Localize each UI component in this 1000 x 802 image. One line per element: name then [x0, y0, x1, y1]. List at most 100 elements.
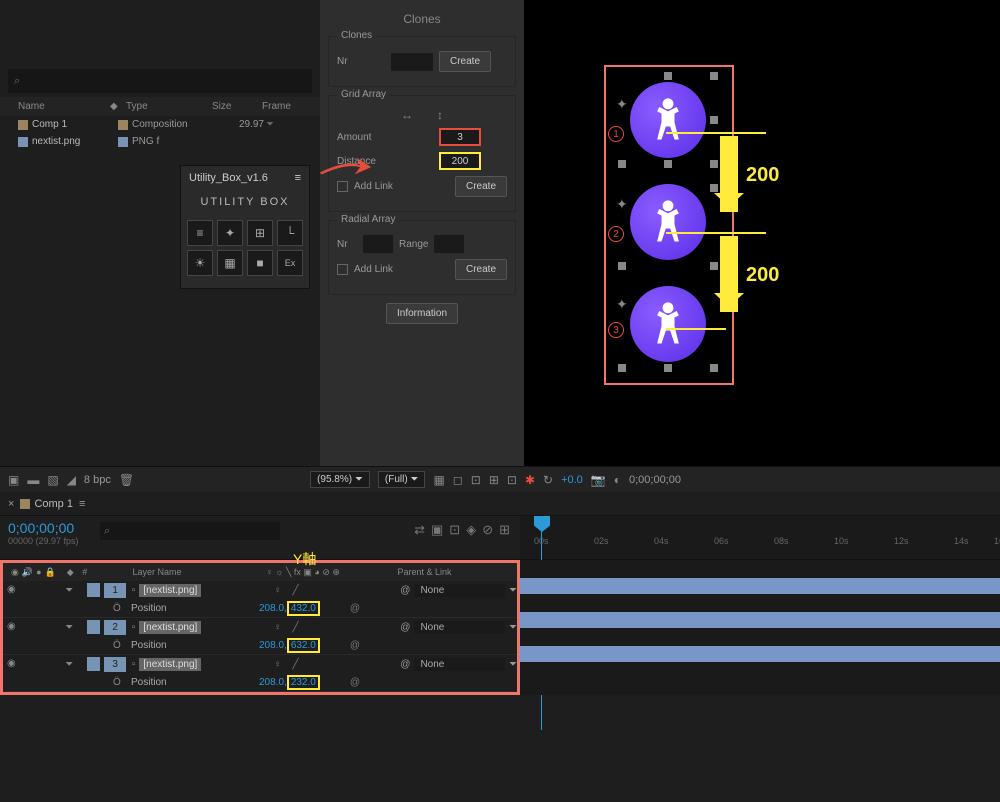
handle[interactable] [710, 184, 718, 192]
clones-create-button[interactable]: Create [439, 51, 491, 72]
bpc-label[interactable]: 8 bpc [84, 474, 111, 486]
position-y[interactable]: 432.0 [287, 601, 320, 616]
tab-menu-icon[interactable]: ≡ [79, 498, 85, 510]
chevron-down-icon[interactable]: ⏷ [509, 622, 517, 633]
pickwhip-icon[interactable]: @ [350, 603, 360, 614]
arrow-h-icon[interactable]: ↔ [401, 108, 413, 122]
reset-icon[interactable]: ↻ [543, 473, 553, 487]
col-type[interactable]: Type [126, 101, 212, 112]
handle[interactable] [618, 262, 626, 270]
grid-icon[interactable]: ▦ [433, 473, 444, 487]
audio-col-icon[interactable]: 🔊 [22, 567, 33, 578]
utility-box-panel[interactable]: Utility_Box_v1.6≡ UTILITY BOX ≡ ✦ ⊞ └ ☀ … [180, 165, 310, 289]
anchor-icon[interactable]: ✦ [616, 96, 630, 110]
addlink-checkbox[interactable] [337, 264, 348, 275]
switches-col[interactable]: ♀ ☼ ╲ fx ▣ ◕ ⊘ ⊕ [266, 567, 397, 578]
util-squares-icon[interactable]: ▦ [217, 250, 243, 276]
channel-icon[interactable]: ⊞ [489, 473, 499, 487]
comp-tab[interactable]: Comp 1 [20, 498, 73, 510]
handle[interactable] [618, 160, 626, 168]
project-search[interactable]: ⌕ [8, 69, 312, 93]
layer-switches[interactable]: ♀ ╱ [274, 585, 400, 596]
layer-switches[interactable]: ♀ ╱ [274, 622, 400, 633]
eye-col-icon[interactable]: ◉ [11, 567, 19, 578]
lock-col-icon[interactable]: 🔒 [45, 567, 56, 578]
chevron-down-icon[interactable]: ⏷ [509, 585, 517, 596]
timeline-tracks[interactable] [520, 560, 1000, 695]
time-ruler[interactable]: 00s 02s 04s 06s 08s 10s 12s 14s 16 [520, 536, 1000, 556]
handle[interactable] [710, 262, 718, 270]
eye-icon[interactable]: ◉ [7, 621, 19, 633]
project-row-file[interactable]: nextist.png PNG f [0, 133, 320, 150]
layer-name[interactable]: [nextist.png] [139, 658, 201, 671]
util-align-icon[interactable]: ≡ [187, 220, 213, 246]
show-snapshot-icon[interactable]: ◐ [614, 473, 621, 487]
folder-icon[interactable]: ▬ [27, 473, 39, 487]
handle[interactable] [664, 72, 672, 80]
eye-icon[interactable]: ◉ [7, 658, 19, 670]
grid-create-button[interactable]: Create [455, 176, 507, 197]
exposure-value[interactable]: +0.0 [561, 474, 583, 486]
layer-bar[interactable] [520, 646, 1000, 662]
twirl-icon[interactable]: ⏷ [56, 585, 83, 596]
comp-icon[interactable]: ▧ [47, 473, 58, 487]
util-camera-icon[interactable]: ■ [247, 250, 273, 276]
arrow-v-icon[interactable]: ↕ [437, 108, 443, 122]
util-ex-icon[interactable]: Ex [277, 250, 303, 276]
trash-icon[interactable]: 🗑 [119, 473, 134, 487]
util-anchor-icon[interactable]: ✦ [217, 220, 243, 246]
radial-create-button[interactable]: Create [455, 259, 507, 280]
parent-col[interactable]: Parent & Link [397, 567, 517, 577]
pickwhip-icon[interactable]: @ [350, 640, 360, 651]
label-swatch[interactable] [87, 620, 101, 634]
exposure-icon[interactable]: ✱ [525, 473, 535, 487]
position-x[interactable]: 208.0 [259, 640, 284, 651]
col-label-icon[interactable]: ◆ [110, 101, 126, 112]
solo-col-icon[interactable]: ● [36, 567, 41, 578]
close-tab-icon[interactable]: × [8, 498, 14, 510]
layername-col[interactable]: Layer Name [133, 567, 266, 577]
addlink-checkbox[interactable] [337, 181, 348, 192]
parent-dropdown[interactable]: None [414, 621, 505, 634]
bpc-icon[interactable]: ◢ [67, 473, 76, 487]
anchor-icon[interactable]: ✦ [616, 296, 630, 310]
property-row[interactable]: Ö Position 208.0,632.0 @ [3, 636, 517, 654]
tl-icon[interactable]: ⇄ [414, 522, 425, 538]
handle[interactable] [618, 364, 626, 372]
col-frame[interactable]: Frame [262, 101, 291, 112]
col-size[interactable]: Size [212, 101, 262, 112]
tl-icon[interactable]: ⊡ [449, 522, 460, 538]
anchor-icon[interactable]: ✦ [616, 196, 630, 210]
layer-name[interactable]: [nextist.png] [139, 584, 201, 597]
label-swatch[interactable] [87, 583, 101, 597]
layer-row[interactable]: ◉ ⏷ 3 ▫[nextist.png] ♀ ╱ @None⏷ [3, 655, 517, 673]
dropdown-icon[interactable]: ⏷ [266, 119, 274, 130]
num-col[interactable]: # [82, 567, 87, 578]
property-row[interactable]: Ö Position 208.0,432.0 @ [3, 599, 517, 617]
handle[interactable] [664, 364, 672, 372]
col-name[interactable]: Name [0, 101, 110, 112]
radial-nr-input[interactable] [363, 235, 393, 253]
tl-icon[interactable]: ⊞ [499, 522, 510, 538]
menu-icon[interactable]: ≡ [295, 172, 301, 184]
label-col-icon[interactable]: ◆ [67, 567, 74, 578]
twirl-icon[interactable]: ⏷ [56, 659, 83, 670]
parent-dropdown[interactable]: None [414, 584, 505, 597]
util-sun-icon[interactable]: ☀ [187, 250, 213, 276]
playhead[interactable] [534, 516, 550, 532]
parent-dropdown[interactable]: None [414, 658, 505, 671]
twirl-icon[interactable]: ⏷ [56, 622, 83, 633]
grid-amount-input[interactable] [439, 128, 481, 146]
layer-row[interactable]: ◉ ⏷ 2 ▫[nextist.png] ♀ ╱ @None⏷ [3, 618, 517, 636]
util-grid-icon[interactable]: ⊞ [247, 220, 273, 246]
pickwhip-icon[interactable]: @ [350, 677, 360, 688]
preview-timecode[interactable]: 0;00;00;00 [629, 474, 681, 486]
stopwatch-icon[interactable]: Ö [113, 677, 131, 688]
layer-instance-1[interactable] [630, 82, 706, 158]
composition-viewer[interactable]: ✦ 1 ✦ 2 ✦ 3 200 [524, 0, 1000, 466]
position-x[interactable]: 208.0 [259, 677, 284, 688]
stopwatch-icon[interactable]: Ö [113, 603, 131, 614]
snapshot-icon[interactable]: 📷 [591, 473, 606, 487]
handle[interactable] [710, 160, 718, 168]
handle[interactable] [710, 364, 718, 372]
